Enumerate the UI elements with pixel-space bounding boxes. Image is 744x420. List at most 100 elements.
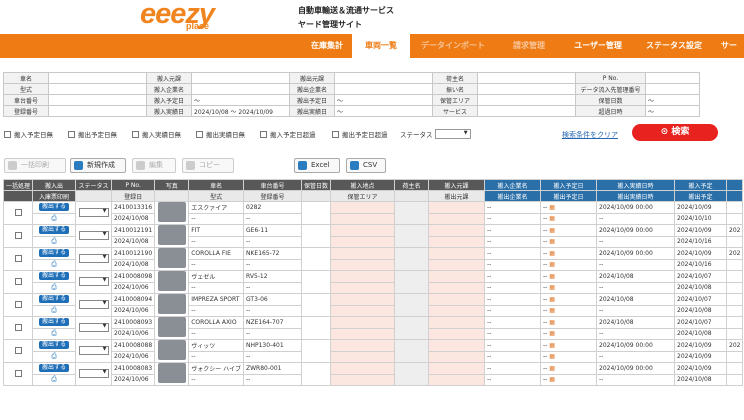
column-header[interactable]: [394, 190, 430, 202]
nav-billing[interactable]: 請求管理: [496, 34, 562, 58]
filter-input[interactable]: [645, 83, 700, 95]
calendar-icon[interactable]: ▦: [547, 204, 555, 211]
filter-input[interactable]: ～: [191, 94, 290, 106]
column-header[interactable]: [154, 190, 190, 202]
filter-input[interactable]: [334, 83, 433, 95]
column-header[interactable]: 写真: [154, 179, 190, 191]
row-checkbox[interactable]: [14, 369, 22, 377]
calendar-icon[interactable]: ▦: [547, 284, 555, 291]
filter-input[interactable]: [477, 105, 576, 117]
filter-input[interactable]: [48, 105, 147, 117]
ship-out-button[interactable]: 搬出する: [39, 272, 70, 281]
calendar-icon[interactable]: ▦: [547, 353, 555, 360]
vehicle-photo[interactable]: [157, 363, 186, 383]
calendar-icon[interactable]: ▦: [547, 342, 555, 349]
filter-input[interactable]: [645, 72, 700, 84]
vehicle-photo[interactable]: [157, 225, 186, 245]
ship-out-button[interactable]: 搬出する: [39, 203, 70, 212]
status-select[interactable]: [78, 299, 109, 309]
copy-button[interactable]: コピー: [182, 158, 234, 173]
row-checkbox[interactable]: [14, 231, 22, 239]
status-select[interactable]: [78, 368, 109, 378]
chk-no-out-plan[interactable]: 搬出予定日無: [68, 129, 117, 139]
create-button[interactable]: 新規作成: [70, 158, 126, 173]
excel-button[interactable]: Excel: [294, 158, 340, 173]
calendar-icon[interactable]: ▦: [547, 273, 555, 280]
column-header[interactable]: 搬出元課: [428, 190, 486, 202]
ship-out-button[interactable]: 搬出する: [39, 249, 70, 258]
vehicle-photo[interactable]: [157, 202, 186, 222]
ship-out-button[interactable]: 搬出する: [39, 226, 70, 235]
filter-input[interactable]: [48, 83, 147, 95]
vehicle-photo[interactable]: [157, 340, 186, 360]
nav-user-management[interactable]: ユーザー管理: [562, 34, 634, 58]
calendar-icon[interactable]: ▦: [547, 250, 555, 257]
calendar-icon[interactable]: ▦: [547, 330, 555, 337]
column-header[interactable]: 車名: [188, 179, 244, 191]
column-header[interactable]: 荷主名: [394, 179, 430, 191]
chk-no-in-actual[interactable]: 搬入実績日無: [132, 129, 181, 139]
filter-input[interactable]: [191, 72, 290, 84]
filter-input[interactable]: [477, 83, 576, 95]
ship-out-button[interactable]: 搬出する: [39, 341, 70, 350]
chk-out-plan-overdue[interactable]: 搬出予定日超過: [332, 129, 388, 139]
row-checkbox[interactable]: [14, 323, 22, 331]
calendar-icon[interactable]: ▦: [547, 376, 555, 383]
column-header[interactable]: 搬入元課: [428, 179, 486, 191]
edit-button[interactable]: 編集: [132, 158, 176, 173]
chk-no-out-actual[interactable]: 搬出実績日無: [196, 129, 245, 139]
status-select[interactable]: [434, 129, 471, 139]
row-checkbox[interactable]: [14, 300, 22, 308]
chk-in-plan-overdue[interactable]: 搬入予定日超過: [260, 129, 316, 139]
column-header[interactable]: P No.: [111, 179, 156, 191]
print-icon[interactable]: ⎙: [51, 329, 57, 337]
status-select[interactable]: [78, 345, 109, 355]
column-header[interactable]: 搬出企業名: [484, 190, 542, 202]
vehicle-photo[interactable]: [157, 317, 186, 337]
filter-input[interactable]: 2024/10/08 ～ 2024/10/09: [191, 105, 290, 117]
column-header[interactable]: 登録日: [111, 190, 156, 202]
row-checkbox[interactable]: [14, 254, 22, 262]
column-header[interactable]: [75, 190, 113, 202]
row-checkbox[interactable]: [14, 277, 22, 285]
column-header[interactable]: [726, 190, 744, 202]
calendar-icon[interactable]: ▦: [547, 307, 555, 314]
vehicle-photo[interactable]: [157, 294, 186, 314]
filter-input[interactable]: ～: [334, 105, 433, 117]
calendar-icon[interactable]: ▦: [547, 215, 555, 222]
status-select[interactable]: [78, 207, 109, 217]
column-header[interactable]: 搬出予定: [674, 190, 728, 202]
print-icon[interactable]: ⎙: [51, 283, 57, 291]
column-header[interactable]: 型式: [188, 190, 244, 202]
column-header[interactable]: 入庫票印刷: [32, 190, 77, 202]
calendar-icon[interactable]: ▦: [547, 365, 555, 372]
row-checkbox[interactable]: [14, 208, 22, 216]
print-icon[interactable]: ⎙: [51, 375, 57, 383]
vehicle-photo[interactable]: [157, 248, 186, 268]
column-header[interactable]: 車台番号: [243, 179, 302, 191]
print-icon[interactable]: ⎙: [51, 237, 57, 245]
calendar-icon[interactable]: ▦: [547, 296, 555, 303]
bulk-print-button[interactable]: 一括印刷: [4, 158, 66, 173]
column-header[interactable]: [300, 190, 332, 202]
filter-input[interactable]: [48, 94, 147, 106]
status-select[interactable]: [78, 322, 109, 332]
filter-input[interactable]: ～: [645, 94, 700, 106]
filter-input[interactable]: [477, 94, 576, 106]
nav-status-settings[interactable]: ステータス設定: [634, 34, 714, 58]
column-header[interactable]: 搬入実績日時: [596, 179, 676, 191]
column-header[interactable]: 搬入予定日: [540, 179, 598, 191]
column-header[interactable]: ステータス: [75, 179, 113, 191]
column-header[interactable]: 保管日数: [300, 179, 332, 191]
ship-out-button[interactable]: 搬出する: [39, 364, 70, 373]
clear-search-link[interactable]: 検索条件をクリア: [562, 130, 618, 140]
search-button[interactable]: ⊙ 検索: [632, 124, 718, 141]
print-icon[interactable]: ⎙: [51, 260, 57, 268]
chk-no-in-plan[interactable]: 搬入予定日無: [4, 129, 53, 139]
ship-out-button[interactable]: 搬出する: [39, 318, 70, 327]
column-header[interactable]: 搬出予定日: [540, 190, 598, 202]
nav-data-import[interactable]: データインポート: [410, 34, 496, 58]
status-select[interactable]: [78, 253, 109, 263]
csv-button[interactable]: CSV: [346, 158, 386, 173]
column-header[interactable]: 保管エリア: [330, 190, 396, 202]
